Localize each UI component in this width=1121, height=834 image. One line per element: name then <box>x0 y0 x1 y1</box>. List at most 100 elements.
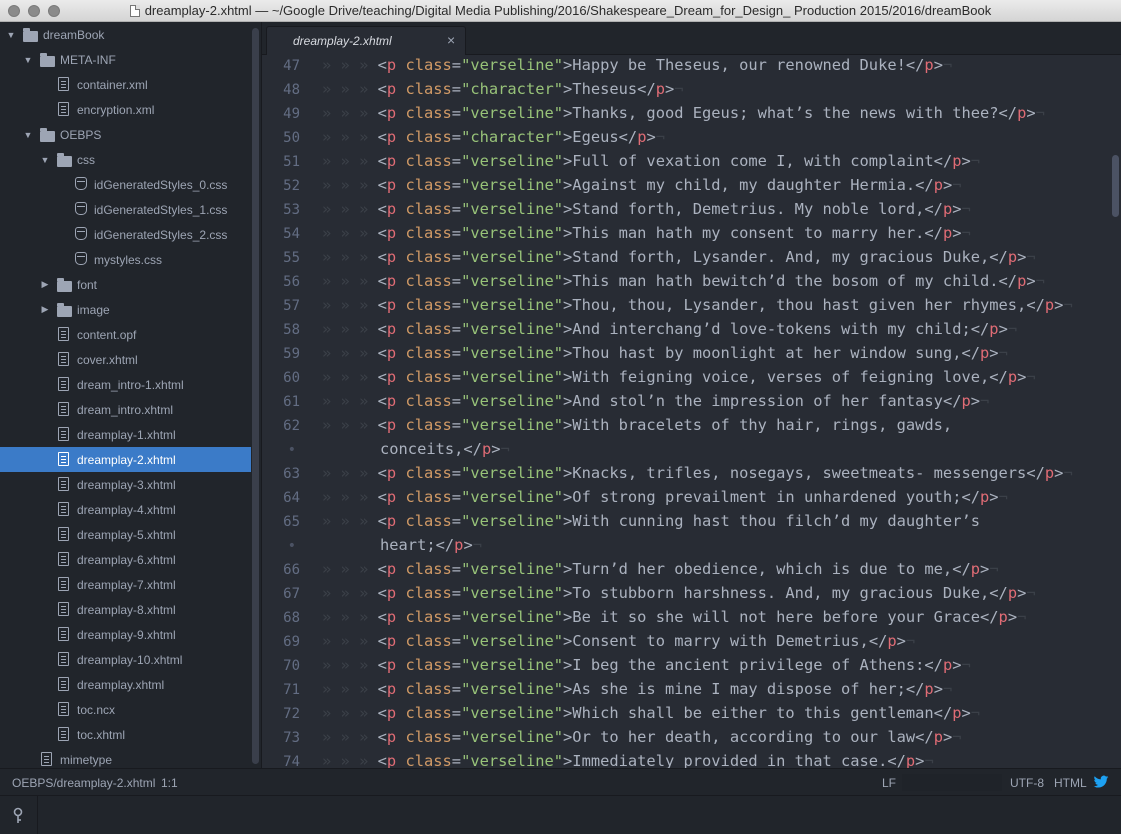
code-line: » » » <p class="verseline">Immediately p… <box>322 752 934 768</box>
code-tag: p <box>989 320 999 338</box>
chevron-down-icon[interactable]: ▼ <box>23 130 33 140</box>
code-text: With bracelets of thy hair, rings, gawds… <box>572 416 953 434</box>
tree-file-toc-xhtml[interactable]: toc.xhtml <box>0 722 251 747</box>
tab-dreamplay-2[interactable]: dreamplay-2.xhtml × <box>266 26 466 55</box>
code-punct: </ <box>952 560 971 578</box>
code-punct: < <box>377 752 387 768</box>
code-string: "verseline" <box>461 152 564 170</box>
tree-file-cover-xhtml[interactable]: cover.xhtml <box>0 347 251 372</box>
status-grammar[interactable]: HTML <box>1054 776 1087 790</box>
chevron-right-icon[interactable]: ▶ <box>40 279 50 290</box>
tree-item-label: dream_intro-1.xhtml <box>77 377 184 392</box>
tree-folder-image[interactable]: ▶ image <box>0 297 251 322</box>
code-punct: < <box>377 296 387 314</box>
close-window-button[interactable] <box>8 5 20 17</box>
code-editor[interactable]: 47 48 49 50 51 52 53 54 55 56 57 58 59 60 61 62 • 63 64 65 •… <box>262 55 1121 768</box>
tree-item-label: dreamplay-9.xhtml <box>77 627 176 642</box>
code-tag: p <box>952 704 962 722</box>
code-punct: > <box>563 224 573 242</box>
file-icon <box>58 602 69 616</box>
code-punct: < <box>377 608 387 626</box>
newline-glyph: ¬ <box>989 560 999 578</box>
tree-file-mimetype[interactable]: mimetype <box>0 747 251 768</box>
code-text: Or to her death, according to our law <box>572 728 916 746</box>
code-text: Knacks, trifles, nosegays, sweetmeats- m… <box>572 464 1027 482</box>
code-attribute: class <box>405 224 452 242</box>
code-punct: </ <box>933 152 953 170</box>
editor-scrollbar[interactable] <box>1112 155 1119 217</box>
tree-file-dream-intro-xhtml[interactable]: dream_intro.xhtml <box>0 397 251 422</box>
status-encoding[interactable]: UTF-8 <box>1010 776 1044 790</box>
tree-file-encryption-xml[interactable]: encryption.xml <box>0 97 251 122</box>
chevron-down-icon[interactable]: ▼ <box>23 55 33 65</box>
tree-file-dreamplay-1-xhtml[interactable]: dreamplay-1.xhtml <box>0 422 251 447</box>
tree-folder-oebps[interactable]: ▼ OEBPS <box>0 122 251 147</box>
tree-file-dreamplay-xhtml[interactable]: dreamplay.xhtml <box>0 672 251 697</box>
code-punct: > <box>563 704 573 722</box>
chevron-down-icon[interactable]: ▼ <box>6 30 16 40</box>
line-number: 67 <box>283 586 300 602</box>
tree-file-dream-intro-1-xhtml[interactable]: dream_intro-1.xhtml <box>0 372 251 397</box>
status-cursor-position[interactable]: 1:1 <box>161 776 178 790</box>
file-icon <box>58 327 69 341</box>
tree-file-mystyles-css[interactable]: mystyles.css <box>0 247 251 272</box>
key-icon[interactable] <box>11 807 25 825</box>
tree-folder-dreambook[interactable]: ▼ dreamBook <box>0 22 251 47</box>
code-punct: = <box>451 608 462 626</box>
code-punct: > <box>961 704 971 722</box>
tree-item-label: mystyles.css <box>94 252 163 267</box>
code-punct: < <box>377 584 387 602</box>
newline-glyph: ¬ <box>924 752 934 768</box>
tree-folder-font[interactable]: ▶ font <box>0 272 251 297</box>
tree-file-content-opf[interactable]: content.opf <box>0 322 251 347</box>
twitter-bird-icon[interactable] <box>1093 774 1109 790</box>
tree-file-toc-ncx[interactable]: toc.ncx <box>0 697 251 722</box>
code-punct: > <box>952 224 962 242</box>
code-tag: p <box>961 392 971 410</box>
code-tag: p <box>386 608 397 626</box>
code-punct: > <box>463 536 473 554</box>
tree-file-idgeneratedstyles-0-css[interactable]: idGeneratedStyles_0.css <box>0 172 251 197</box>
code-attribute: class <box>405 248 452 266</box>
code-string: "verseline" <box>461 680 564 698</box>
code-punct: </ <box>989 248 1008 266</box>
code-tag: p <box>386 632 397 650</box>
folder-icon <box>57 278 72 292</box>
tree-file-dreamplay-2-xhtml[interactable]: dreamplay-2.xhtml <box>0 447 251 472</box>
css-file-icon <box>75 177 87 190</box>
tree-folder-css[interactable]: ▼ css <box>0 147 251 172</box>
tree-file-dreamplay-8-xhtml[interactable]: dreamplay-8.xhtml <box>0 597 251 622</box>
tree-file-dreamplay-9-xhtml[interactable]: dreamplay-9.xhtml <box>0 622 251 647</box>
tree-file-dreamplay-10-xhtml[interactable]: dreamplay-10.xhtml <box>0 647 251 672</box>
indent-guide: » » » <box>322 272 378 290</box>
tree-view-scrollbar[interactable] <box>252 28 259 764</box>
tree-file-dreamplay-4-xhtml[interactable]: dreamplay-4.xhtml <box>0 497 251 522</box>
code-string: "verseline" <box>461 416 564 434</box>
chevron-down-icon[interactable]: ▼ <box>40 155 50 165</box>
code-punct: </ <box>435 536 455 554</box>
minimize-window-button[interactable] <box>28 5 40 17</box>
tab-close-icon[interactable]: × <box>447 32 455 48</box>
code-punct: </ <box>637 80 656 98</box>
tree-file-idgeneratedstyles-2-css[interactable]: idGeneratedStyles_2.css <box>0 222 251 247</box>
tree-file-dreamplay-5-xhtml[interactable]: dreamplay-5.xhtml <box>0 522 251 547</box>
status-file-path[interactable]: OEBPS/dreamplay-2.xhtml <box>12 776 155 790</box>
tree-file-container-xml[interactable]: container.xml <box>0 72 251 97</box>
indent-guide: » » » <box>322 728 378 746</box>
status-line-ending[interactable]: LF <box>882 776 896 790</box>
tree-file-dreamplay-7-xhtml[interactable]: dreamplay-7.xhtml <box>0 572 251 597</box>
code-punct: </ <box>618 128 638 146</box>
code-tag: p <box>386 392 397 410</box>
line-number: 64 <box>283 490 300 506</box>
code-punct: </ <box>980 608 999 626</box>
tree-file-dreamplay-3-xhtml[interactable]: dreamplay-3.xhtml <box>0 472 251 497</box>
tree-file-dreamplay-6-xhtml[interactable]: dreamplay-6.xhtml <box>0 547 251 572</box>
tree-file-idgeneratedstyles-1-css[interactable]: idGeneratedStyles_1.css <box>0 197 251 222</box>
chevron-right-icon[interactable]: ▶ <box>40 304 50 315</box>
newline-glyph: ¬ <box>980 392 990 410</box>
tree-folder-meta-inf[interactable]: ▼ META-INF <box>0 47 251 72</box>
code-text: conceits, <box>380 440 464 458</box>
zoom-window-button[interactable] <box>48 5 60 17</box>
code-line-wrapped: heart;</p>¬ <box>380 536 482 554</box>
code-line: » » » <p class="character">Egeus</p>¬ <box>322 128 665 146</box>
